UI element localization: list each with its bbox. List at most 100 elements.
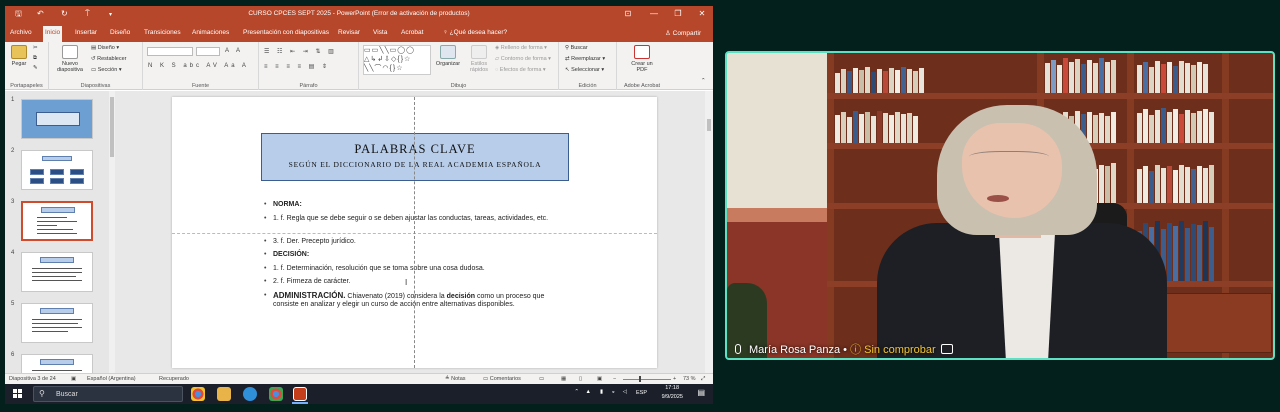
search-icon: ⚲	[565, 45, 570, 51]
slide-counter: Diapositiva 3 de 24	[9, 376, 56, 382]
warning-icon[interactable]: ▲	[586, 389, 591, 395]
fit-to-window-icon[interactable]: ⤢	[701, 376, 705, 383]
slide-thumbnail-1[interactable]	[21, 99, 93, 139]
tab-transiciones[interactable]: Transiciones	[142, 26, 183, 42]
slide-sorter-icon[interactable]: ▦	[561, 376, 566, 382]
group-edicion: ⚲ Buscar ⇄ Reemplazar ▾ ↖ Seleccionar ▾ …	[559, 42, 617, 90]
slide-thumbnail-2[interactable]	[21, 150, 93, 190]
tell-me-search[interactable]: ♀ ¿Qué desea hacer?	[443, 29, 507, 36]
collapse-ribbon-icon[interactable]: ⌃	[701, 78, 706, 84]
taskbar-search-box[interactable]: ⚲ Buscar	[33, 386, 183, 402]
file-explorer-icon[interactable]	[217, 387, 231, 401]
group-dibujo: ▭▭╲╲▭◯◯ △↳↲⇩◇{}☆ ╲╲⌒◠{}☆ Organizar Estilos…	[359, 42, 559, 90]
font-format-buttons[interactable]: N K S abc AV Aa A	[148, 63, 249, 69]
zoom-slider[interactable]	[623, 379, 671, 380]
spellcheck-icon[interactable]: ▣	[71, 376, 76, 382]
font-name-input[interactable]	[147, 47, 193, 56]
slide-thumbnail-5[interactable]	[21, 303, 93, 343]
tab-vista[interactable]: Vista	[371, 26, 389, 42]
ribbon-display-options-button[interactable]: ⊡	[619, 8, 637, 19]
find-button[interactable]: ⚲ Buscar	[565, 45, 588, 51]
comments-button[interactable]: ▭ Comentarios	[483, 376, 521, 382]
layout-button[interactable]: ▤ Diseño ▾	[91, 45, 119, 51]
paste-button[interactable]: Pegar	[8, 45, 30, 67]
windows-logo-icon	[13, 389, 17, 393]
scrollbar-thumb[interactable]	[707, 119, 711, 131]
tab-presentacion[interactable]: Presentación con diapositivas	[241, 26, 331, 42]
thumb-title-box	[42, 156, 72, 161]
show-hidden-icons[interactable]: ⌃	[574, 389, 579, 395]
clock-time[interactable]: 17:18	[665, 385, 679, 391]
reading-view-icon[interactable]: ▯	[579, 376, 582, 382]
new-slide-button[interactable]: Nuevo diapositiva	[53, 45, 87, 73]
verification-status[interactable]: Sin comprobar	[864, 344, 936, 356]
tab-diseno[interactable]: Diseño	[108, 26, 132, 42]
tab-acrobat[interactable]: Acrobat	[399, 26, 425, 42]
zoom-in-button[interactable]: +	[673, 376, 676, 382]
shape-effects-button[interactable]: ◌ Efectos de forma ▾	[495, 67, 546, 73]
section-label: Sección	[97, 67, 118, 73]
share-button[interactable]: ♙ Compartir	[665, 29, 701, 37]
volume-icon[interactable]: ◁	[623, 389, 627, 395]
notes-button[interactable]: ≜ Notas	[445, 376, 466, 382]
tab-animaciones[interactable]: Animaciones	[190, 26, 231, 42]
thumb-text-line	[37, 229, 73, 230]
slide-title-box[interactable]: PALABRAS CLAVE SEGÚN EL DICCIONARIO DE L…	[261, 133, 569, 181]
language-indicator[interactable]: ESP	[636, 390, 647, 396]
minimize-button[interactable]: —	[645, 8, 663, 19]
edge-icon[interactable]	[243, 387, 257, 401]
vertical-guide[interactable]	[414, 97, 415, 368]
slide-canvas[interactable]: PALABRAS CLAVE SEGÚN EL DICCIONARIO DE L…	[172, 97, 657, 368]
create-pdf-button[interactable]: Crear un PDF	[627, 45, 657, 73]
slide-thumbnail-3[interactable]	[21, 201, 93, 241]
replace-button[interactable]: ⇄ Reemplazar ▾	[565, 56, 605, 62]
language-indicator[interactable]: Español (Argentina)	[87, 376, 136, 382]
shape-outline-button[interactable]: ▱ Contorno de forma ▾	[495, 56, 551, 62]
books-row	[835, 67, 925, 93]
copy-icon[interactable]: ⧉	[33, 55, 37, 62]
arrange-button[interactable]: Organizar	[435, 45, 461, 67]
maximize-button[interactable]: ❐	[669, 8, 687, 19]
books-row	[1137, 61, 1209, 93]
thumb-text-line	[37, 225, 57, 226]
quick-styles-label: Estilos rápidos	[469, 61, 489, 73]
quick-styles-button[interactable]: Estilos rápidos	[465, 45, 493, 73]
editor-scrollbar[interactable]	[705, 91, 713, 373]
chrome-icon[interactable]	[191, 387, 205, 401]
tab-inicio[interactable]: Inicio	[43, 26, 63, 42]
cut-icon[interactable]: ✂	[33, 45, 38, 51]
slideshow-icon[interactable]: ▣	[597, 376, 602, 382]
tab-archivo[interactable]: Archivo	[8, 26, 34, 42]
shape-fill-button[interactable]: ◈ Relleno de forma ▾	[495, 45, 547, 51]
network-icon[interactable]: ◒	[612, 389, 615, 395]
zoom-level[interactable]: 73 %	[683, 376, 696, 382]
close-button[interactable]: ✕	[693, 8, 711, 19]
battery-icon[interactable]: ▮	[600, 389, 603, 395]
tab-revisar[interactable]: Revisar	[336, 26, 362, 42]
normal-view-icon[interactable]: ▭	[539, 376, 544, 382]
format-painter-icon[interactable]: ✎	[33, 65, 38, 71]
align-buttons[interactable]: ≡ ≡ ≡ ≡ ▤ ⇕	[264, 63, 330, 70]
font-size-input[interactable]	[196, 47, 220, 56]
scrollbar-thumb[interactable]	[110, 97, 114, 157]
font-size-buttons[interactable]: A A	[225, 48, 243, 54]
reset-button[interactable]: ↺ Restablecer	[91, 56, 127, 62]
create-pdf-label: Crear un PDF	[631, 61, 653, 73]
clock-date[interactable]: 9/9/2025	[662, 394, 683, 400]
windows-taskbar: ⚲ Buscar ⌃ ▲ ▮ ◒ ◁ ESP 17:18 9/9/2025 ▤	[5, 384, 713, 404]
select-button[interactable]: ↖ Seleccionar ▾	[565, 67, 604, 73]
notifications-icon[interactable]: ▤	[697, 388, 705, 397]
shapes-gallery[interactable]: ▭▭╲╲▭◯◯ △↳↲⇩◇{}☆ ╲╲⌒◠{}☆	[363, 45, 431, 75]
slide-thumbnail-4[interactable]	[21, 252, 93, 292]
chrome-profile-icon[interactable]	[269, 387, 283, 401]
section-button[interactable]: ▭ Sección ▾	[91, 67, 122, 73]
participant-video-tile[interactable]: María Rosa Panza • ⓘ Sin comprobar	[725, 51, 1275, 360]
list-buttons[interactable]: ☰ ☷ ⇤ ⇥ ⇅ ▥	[264, 48, 337, 55]
start-button[interactable]	[13, 389, 23, 399]
thumb-text-line	[32, 323, 78, 324]
zoom-out-button[interactable]: −	[613, 376, 616, 382]
slide-thumbnail-6[interactable]	[21, 354, 93, 373]
tab-insertar[interactable]: Insertar	[73, 26, 99, 42]
powerpoint-icon[interactable]	[293, 387, 307, 401]
zoom-slider-thumb[interactable]	[639, 376, 641, 382]
